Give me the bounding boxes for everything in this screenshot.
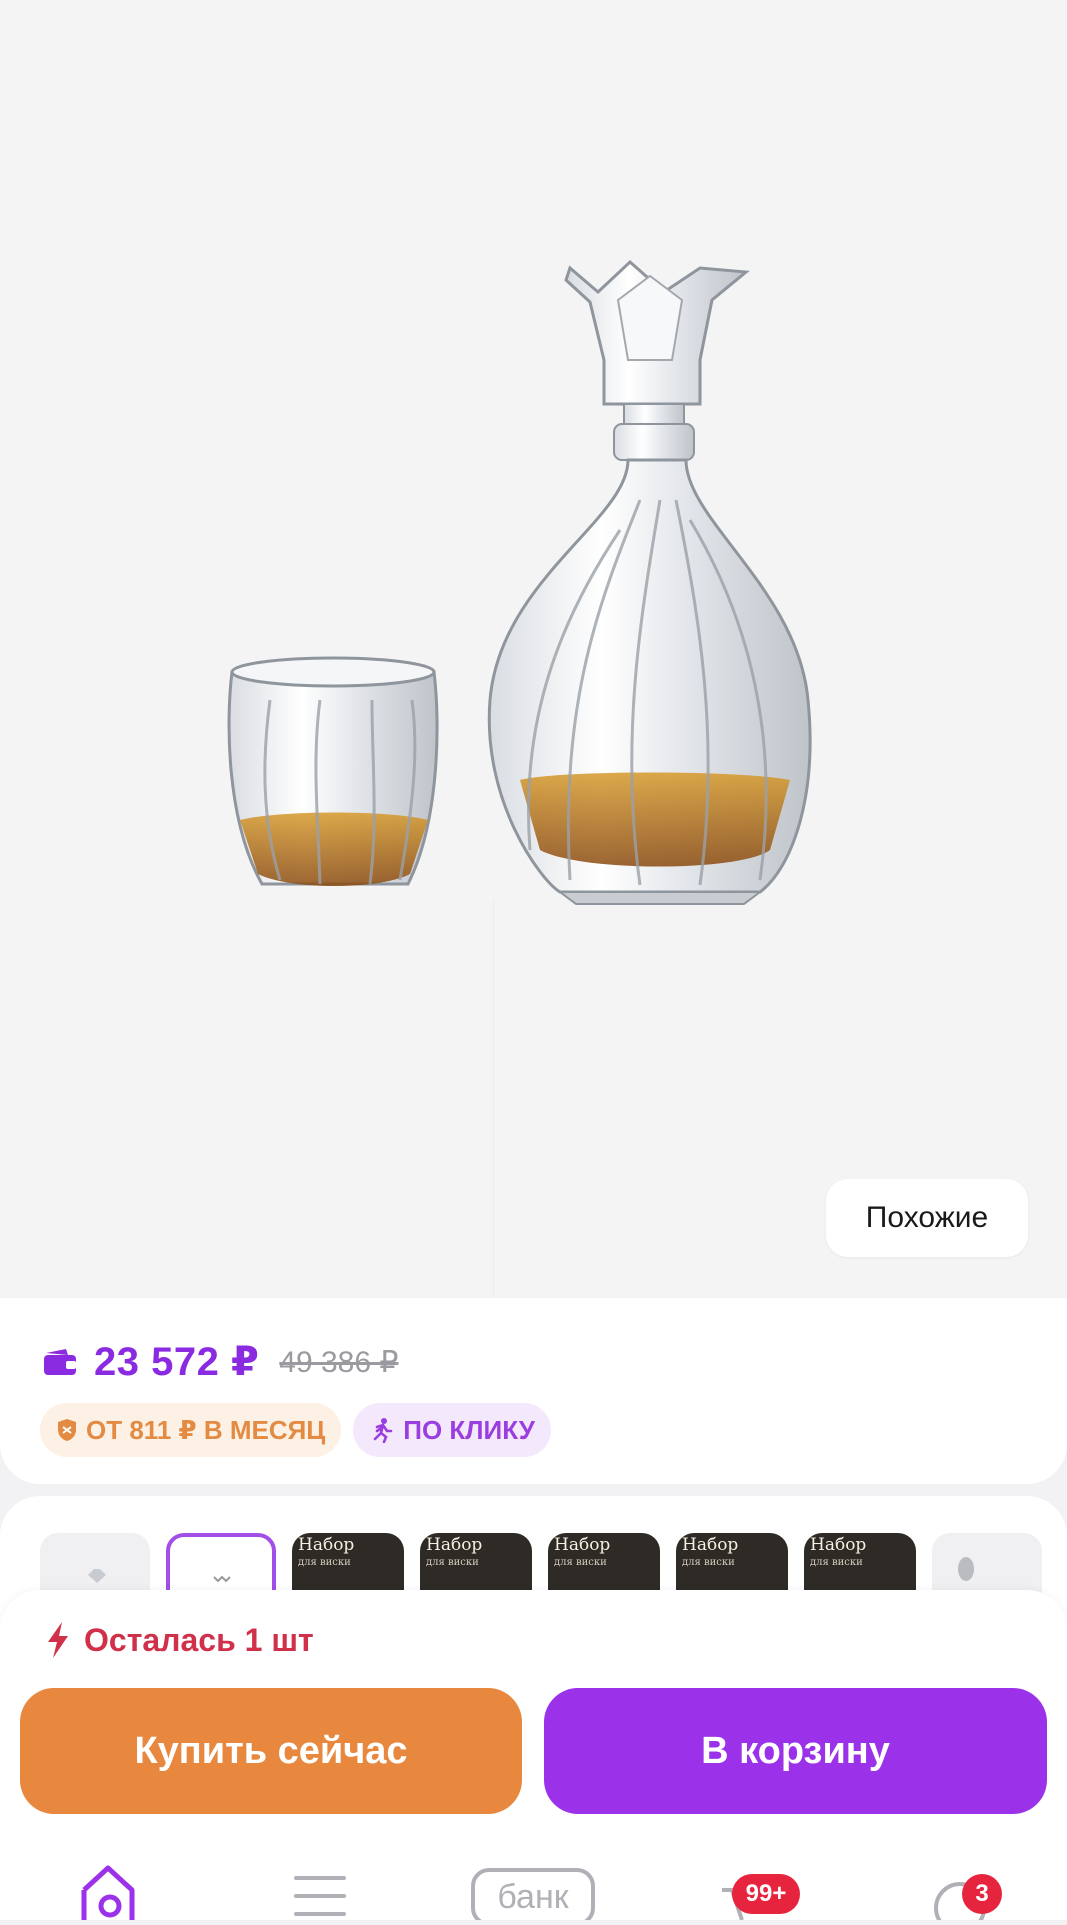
diamond-icon [88, 1569, 106, 1583]
tab-bar: банк 99+ 3 [0, 1860, 1067, 1925]
variant-thumb-selected[interactable] [166, 1533, 276, 1593]
gallery-divider [493, 900, 494, 1298]
variant-thumb[interactable] [932, 1533, 1042, 1593]
installment-badge[interactable]: ОТ 811 ₽ В МЕСЯЦ [40, 1403, 342, 1457]
profile-count-badge: 3 [962, 1874, 1002, 1914]
installment-label: ОТ 811 ₽ В МЕСЯЦ [86, 1414, 326, 1445]
glass-thumb-icon [958, 1557, 974, 1581]
tab-home[interactable] [78, 1860, 138, 1920]
menu-icon [294, 1876, 346, 1916]
variant-title: Набор [682, 1535, 739, 1555]
variant-thumb[interactable]: Набор для виски [804, 1533, 916, 1593]
tab-bank[interactable]: банк [470, 1860, 596, 1925]
price-current: 23 572 ₽ [94, 1340, 260, 1384]
variant-thumb[interactable] [40, 1533, 150, 1593]
product-image [227, 259, 812, 905]
variant-thumb[interactable]: Набор для виски [420, 1533, 532, 1593]
price-old: 49 386 ₽ [279, 1345, 399, 1379]
one-click-label: ПО КЛИКУ [403, 1414, 535, 1445]
tab-cart[interactable]: 99+ [712, 1860, 812, 1921]
add-to-cart-button[interactable]: В корзину [544, 1688, 1047, 1814]
one-click-badge[interactable]: ПО КЛИКУ [353, 1403, 551, 1457]
decanter-thumb-icon [213, 1575, 231, 1583]
bank-label: банк [497, 1878, 569, 1916]
variant-strip: Набор для виски Набор для виски Набор дл… [40, 1533, 1067, 1593]
lightning-icon [48, 1622, 68, 1658]
tab-catalog[interactable] [292, 1860, 348, 1920]
cart-count-badge: 99+ [732, 1874, 800, 1914]
stock-row: Осталась 1 шт [44, 1612, 314, 1668]
stock-text: Осталась 1 шт [84, 1621, 314, 1658]
variant-subtitle: для виски [298, 1557, 351, 1568]
variant-subtitle: для виски [554, 1557, 607, 1568]
variant-subtitle: для виски [426, 1557, 479, 1568]
home-icon [81, 1865, 135, 1920]
variant-thumb[interactable]: Набор для виски [676, 1533, 788, 1593]
running-person-icon [373, 1418, 393, 1443]
price-row: 23 572 ₽ 49 386 ₽ [42, 1334, 398, 1390]
product-gallery[interactable]: Похожие [0, 0, 1067, 1298]
variant-subtitle: для виски [682, 1557, 735, 1568]
price-badges: ОТ 811 ₽ В МЕСЯЦ ПО КЛИКУ [40, 1403, 551, 1457]
variant-thumb[interactable]: Набор для виски [292, 1533, 404, 1593]
wallet-icon [42, 1347, 78, 1377]
variant-thumb[interactable]: Набор для виски [548, 1533, 660, 1593]
variant-title: Набор [426, 1535, 483, 1555]
variant-subtitle: для виски [810, 1557, 863, 1568]
buy-now-button[interactable]: Купить сейчас [20, 1688, 522, 1814]
similar-button[interactable]: Похожие [826, 1179, 1028, 1257]
variant-title: Набор [554, 1535, 611, 1555]
tab-profile[interactable]: 3 [928, 1860, 1002, 1925]
variant-title: Набор [810, 1535, 867, 1555]
variant-title: Набор [298, 1535, 355, 1555]
shield-icon [58, 1419, 76, 1441]
